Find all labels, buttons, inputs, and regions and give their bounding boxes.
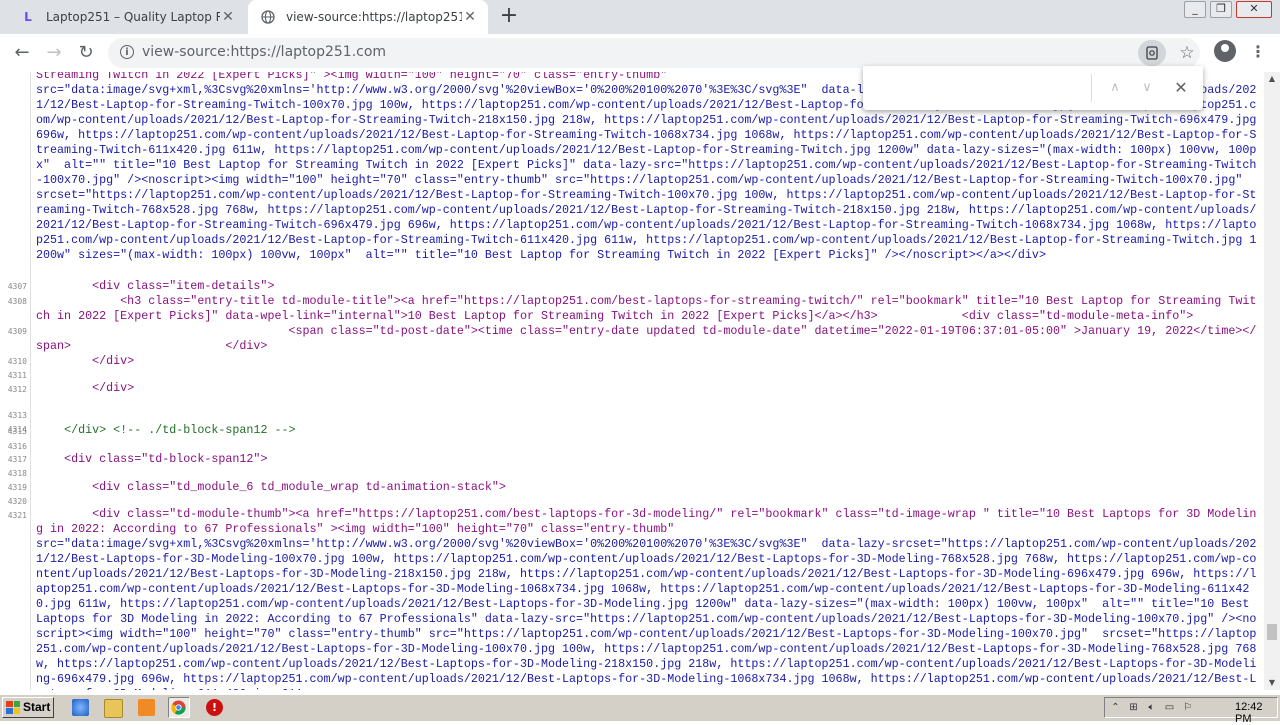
start-label: Start xyxy=(23,700,51,714)
forward-arrow-icon[interactable]: → xyxy=(42,41,66,65)
source-line[interactable]: </div> xyxy=(36,381,1262,396)
line-number: 4307 xyxy=(7,282,27,291)
line-number: 4318 xyxy=(7,469,27,478)
source-line[interactable]: <span class="td-post-date"><time class="… xyxy=(36,324,1262,354)
scrollbar-thumb[interactable] xyxy=(1267,624,1277,640)
find-bar: ∧ ∨ ✕ xyxy=(863,66,1203,110)
close-tab-icon[interactable]: ✕ xyxy=(462,9,478,25)
start-button[interactable]: Start xyxy=(2,697,54,718)
scroll-up-arrow-icon[interactable]: ▲ xyxy=(1264,72,1280,86)
source-line[interactable]: <h3 class="entry-title td-module-title">… xyxy=(36,294,1262,324)
line-number: 4320 xyxy=(7,497,27,506)
line-number: 4317 xyxy=(7,455,27,464)
find-previous-button[interactable]: ∧ xyxy=(1103,76,1127,100)
source-line[interactable]: src="data:image/svg+xml,%3Csvg%20xmlns='… xyxy=(36,537,1262,690)
laptop251-logo-icon: L xyxy=(24,10,32,24)
restore-window-button[interactable]: ❐ xyxy=(1210,1,1232,18)
source-text: src="data:image/svg+xml,%3Csvg%20xmlns='… xyxy=(36,537,1257,690)
find-zoom-icon[interactable] xyxy=(1138,40,1166,66)
tab-laptop251[interactable]: L Laptop251 – Quality Laptop Reviews ✕ xyxy=(8,0,246,34)
line-number: 4312 xyxy=(7,385,27,394)
source-view: 4307 4308 4309 4310 4311 4312 4313 4314 … xyxy=(0,72,1264,690)
source-line[interactable]: <div class="td-module-thumb"><a href="ht… xyxy=(36,507,1262,537)
show-hidden-icons-icon[interactable]: ⌃ xyxy=(1109,701,1122,714)
source-line[interactable]: <div class="td-block-span12"> xyxy=(36,452,1262,467)
profile-avatar-icon[interactable] xyxy=(1214,40,1236,62)
address-bar[interactable]: i view-source:https://laptop251.com ☆ xyxy=(108,38,1200,68)
folder-icon[interactable] xyxy=(104,699,123,718)
line-number: 4311 xyxy=(7,371,27,380)
notification-flag-icon[interactable]: ⚐ xyxy=(1181,701,1194,714)
source-line[interactable]: <div class="td_module_6 td_module_wrap t… xyxy=(36,480,1262,495)
new-tab-button[interactable]: + xyxy=(498,5,520,28)
tab-view-source[interactable]: view-source:https://laptop251.com ✕ xyxy=(248,0,488,34)
taskbar-clock[interactable]: 12:42 PM xyxy=(1235,701,1277,725)
globe-icon xyxy=(260,9,276,25)
find-close-button[interactable]: ✕ xyxy=(1169,76,1193,100)
find-next-button[interactable]: ∨ xyxy=(1135,76,1159,100)
windows-logo-icon xyxy=(6,701,20,714)
back-arrow-icon[interactable]: ← xyxy=(10,41,34,65)
find-divider xyxy=(1091,74,1092,102)
volume-icon[interactable]: 🔈︎ xyxy=(1145,701,1158,714)
info-icon[interactable]: i xyxy=(120,45,134,59)
close-window-button[interactable]: ✕ xyxy=(1236,1,1272,18)
source-line[interactable]: </div> xyxy=(36,354,1262,369)
line-number: 4308 xyxy=(7,297,27,306)
find-input[interactable] xyxy=(871,74,1093,104)
tab-title: view-source:https://laptop251.com xyxy=(286,10,462,24)
line-number: 4310 xyxy=(7,357,27,366)
display-icon[interactable]: ▭ xyxy=(1163,701,1176,714)
network-icon[interactable]: ⊞ xyxy=(1127,701,1140,714)
chrome-taskbar-button[interactable] xyxy=(168,697,190,718)
line-number: 4315 xyxy=(7,427,27,436)
chrome-icon xyxy=(171,700,186,715)
line-number: 4316 xyxy=(7,442,27,451)
source-line[interactable]: src="data:image/svg+xml,%3Csvg%20xmlns='… xyxy=(36,83,1262,279)
reload-icon[interactable]: ↻ xyxy=(74,41,98,65)
line-number-gutter: 4307 4308 4309 4310 4311 4312 4313 4314 … xyxy=(0,72,31,690)
line-number: 4309 xyxy=(7,327,27,336)
scroll-down-arrow-icon[interactable]: ▼ xyxy=(1264,676,1280,690)
line-number: 4319 xyxy=(7,483,27,492)
tab-title: Laptop251 – Quality Laptop Reviews xyxy=(46,10,220,24)
alert-app-icon[interactable]: ! xyxy=(206,699,223,716)
tab-strip: L Laptop251 – Quality Laptop Reviews ✕ v… xyxy=(0,0,1280,34)
line-number: 4313 xyxy=(7,411,27,420)
vertical-scrollbar[interactable]: ▲ ▼ xyxy=(1264,72,1280,690)
internet-explorer-icon[interactable] xyxy=(72,699,89,716)
address-text[interactable]: view-source:https://laptop251.com xyxy=(142,44,386,60)
browser-menu-icon[interactable]: ⋮ xyxy=(1250,42,1266,62)
bookmark-star-icon[interactable]: ☆ xyxy=(1174,40,1200,66)
system-tray: ⌃ ⊞ 🔈︎ ▭ ⚐ 12:42 PM xyxy=(1104,697,1278,725)
source-line[interactable]: <div class="item-details"> xyxy=(36,279,1262,294)
media-player-icon[interactable] xyxy=(138,699,155,716)
line-number: 4321 xyxy=(7,511,27,520)
taskbar: Start ! ⌃ ⊞ 🔈︎ ▭ ⚐ 12:42 PM xyxy=(0,694,1280,725)
minimize-window-button[interactable]: _ xyxy=(1184,1,1206,18)
close-tab-icon[interactable]: ✕ xyxy=(220,9,236,25)
source-comment-line[interactable]: </div> <!-- ./td-block-span12 --> xyxy=(36,423,1262,438)
